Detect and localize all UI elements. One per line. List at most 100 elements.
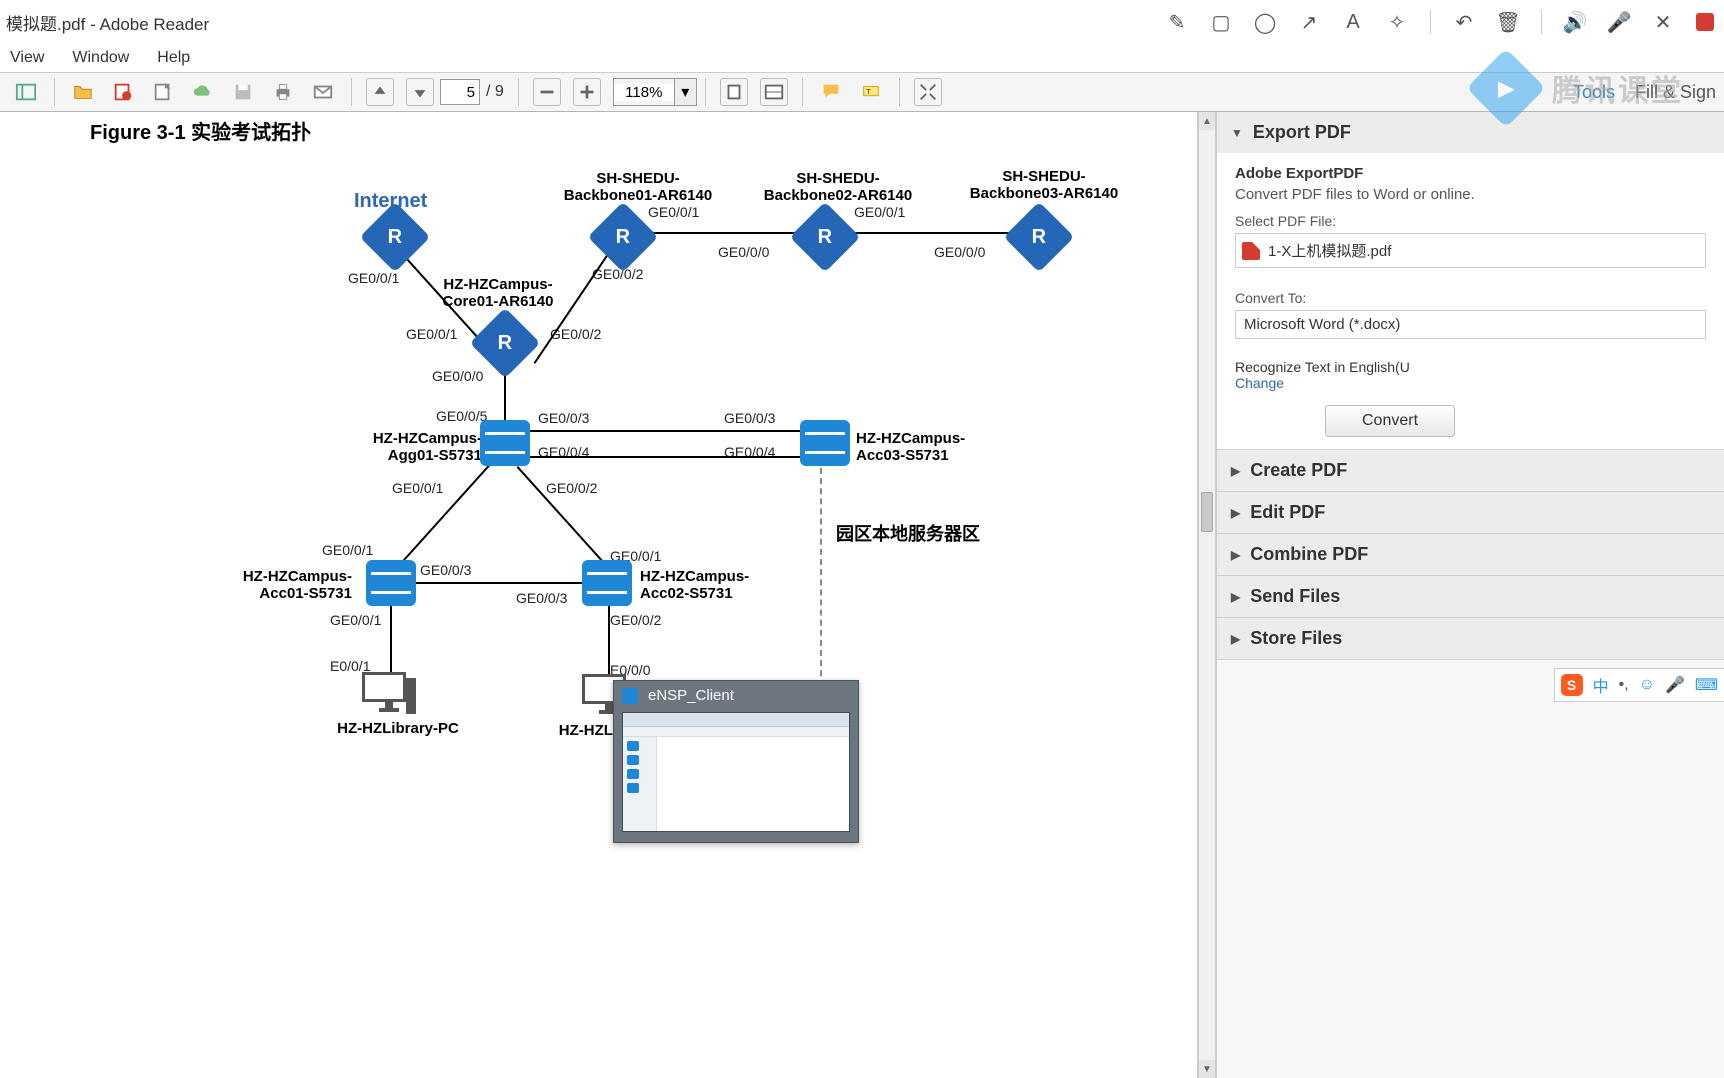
main-toolbar: / 9 ▾ T — [0, 72, 1724, 112]
port: GE0/0/1 — [406, 326, 457, 342]
read-mode-button[interactable] — [914, 78, 942, 106]
menu-view[interactable]: View — [10, 49, 44, 67]
switch-acc3 — [800, 420, 850, 466]
save-button[interactable] — [229, 78, 257, 106]
cloud-button[interactable] — [189, 78, 217, 106]
scroll-up-icon[interactable]: ▲ — [1199, 112, 1215, 130]
create-pdf-header[interactable]: ▶Create PDF — [1217, 450, 1724, 491]
email-button[interactable] — [309, 78, 337, 106]
create-pdf-button[interactable] — [109, 78, 137, 106]
annotation-toolbar: ✎ ▢ ◯ ↗ A ✧ ↶ 🗑 🔊 🎤 ✕ — [1156, 0, 1724, 44]
speaker-icon[interactable]: 🔊 — [1564, 11, 1586, 33]
ime-punct[interactable]: •, — [1619, 676, 1629, 694]
undo-icon[interactable]: ↶ — [1453, 11, 1475, 33]
keyboard-icon[interactable]: ⌨ — [1695, 675, 1718, 695]
convert-to-select[interactable]: Microsoft Word (*.docx) — [1235, 310, 1706, 339]
separator — [899, 78, 900, 106]
separator — [518, 78, 519, 106]
edit-pdf-header[interactable]: ▶Edit PDF — [1217, 492, 1724, 533]
menu-bar: View Window Help — [0, 44, 1724, 72]
zoom-out-button[interactable] — [533, 78, 561, 106]
port: GE0/0/0 — [934, 244, 985, 260]
port: GE0/0/2 — [592, 266, 643, 282]
export-pdf-header[interactable]: ▼Export PDF — [1217, 112, 1724, 153]
recognize-text: Recognize Text in English(U — [1235, 359, 1706, 375]
comment-button[interactable] — [817, 78, 845, 106]
pencil-icon[interactable]: ✎ — [1166, 11, 1188, 33]
convert-to-label: Convert To: — [1235, 290, 1706, 306]
port: GE0/0/3 — [420, 562, 471, 578]
label-region: 园区本地服务器区 — [836, 520, 980, 546]
vertical-scrollbar[interactable]: ▲ ▼ — [1198, 112, 1216, 1078]
zoom-combo[interactable]: ▾ — [613, 78, 697, 106]
separator — [1430, 10, 1431, 34]
chevron-right-icon: ▶ — [1231, 548, 1240, 562]
port: GE0/0/2 — [610, 612, 661, 628]
export-subtitle: Adobe ExportPDF — [1235, 165, 1706, 182]
chevron-right-icon: ▶ — [1231, 632, 1240, 646]
export-pdf-body: Adobe ExportPDF Convert PDF files to Wor… — [1217, 153, 1724, 449]
label-acc3: HZ-HZCampus- Acc03-S5731 — [856, 430, 996, 465]
highlight-button[interactable]: T — [857, 78, 885, 106]
app-icon — [622, 688, 638, 704]
square-icon[interactable]: ▢ — [1210, 11, 1232, 33]
menu-help[interactable]: Help — [157, 49, 190, 67]
chevron-right-icon: ▶ — [1231, 590, 1240, 604]
print-button[interactable] — [269, 78, 297, 106]
fit-width-button[interactable] — [720, 78, 748, 106]
preview-thumbnail[interactable] — [622, 712, 850, 832]
svg-text:T: T — [866, 87, 871, 96]
port: GE0/0/3 — [724, 410, 775, 426]
selected-file-row[interactable]: 1-X上机模拟题.pdf — [1235, 233, 1706, 268]
sogou-icon[interactable]: S — [1561, 674, 1583, 696]
create-pdf-label: Create PDF — [1250, 460, 1347, 481]
port: GE0/0/1 — [322, 542, 373, 558]
emoji-icon[interactable]: ☺ — [1639, 676, 1655, 694]
taskbar-preview[interactable]: eNSP_Client — [613, 680, 859, 843]
link — [528, 456, 800, 458]
ime-lang[interactable]: 中 — [1593, 673, 1609, 697]
zoom-input[interactable] — [614, 84, 674, 101]
mic-muted-icon[interactable]: 🎤 — [1608, 11, 1630, 33]
store-files-header[interactable]: ▶ Store Files — [1217, 618, 1724, 659]
nav-pane-button[interactable] — [12, 78, 40, 106]
port: GE0/0/0 — [718, 244, 769, 260]
menu-window[interactable]: Window — [72, 49, 129, 67]
export-pdf-section: ▼Export PDF Adobe ExportPDF Convert PDF … — [1217, 112, 1724, 450]
combine-pdf-header[interactable]: ▶Combine PDF — [1217, 534, 1724, 575]
zoom-in-button[interactable] — [573, 78, 601, 106]
watermark: 腾讯课堂 — [1478, 60, 1684, 116]
export-button[interactable] — [149, 78, 177, 106]
link — [416, 582, 586, 584]
mic-icon[interactable]: 🎤 — [1665, 675, 1685, 695]
scroll-thumb[interactable] — [1201, 492, 1213, 532]
separator — [351, 78, 352, 106]
page-up-button[interactable] — [366, 78, 394, 106]
open-button[interactable] — [69, 78, 97, 106]
link — [528, 430, 800, 432]
title-text: 模拟题.pdf - Adobe Reader — [6, 10, 209, 35]
scroll-down-icon[interactable]: ▼ — [1199, 1060, 1215, 1078]
fit-page-button[interactable] — [760, 78, 788, 106]
label-acc2: HZ-HZCampus- Acc02-S5731 — [640, 568, 780, 603]
page-number-input[interactable] — [440, 79, 480, 105]
record-icon[interactable] — [1696, 13, 1714, 31]
convert-button[interactable]: Convert — [1325, 405, 1455, 437]
pdf-page[interactable]: Figure 3-1 实验考试拓扑 Internet SH-SHEDU- Bac… — [0, 112, 1198, 1078]
trash-icon[interactable]: 🗑 — [1497, 11, 1519, 33]
arrow-icon[interactable]: ↗ — [1298, 11, 1320, 33]
page-down-button[interactable] — [406, 78, 434, 106]
link — [608, 604, 610, 680]
port: GE0/0/0 — [432, 368, 483, 384]
switch-acc2 — [582, 560, 632, 606]
change-link[interactable]: Change — [1235, 375, 1706, 391]
zoom-dropdown-icon[interactable]: ▾ — [674, 79, 696, 105]
text-icon[interactable]: A — [1342, 11, 1364, 33]
store-files-label: Store Files — [1250, 628, 1342, 649]
send-files-header[interactable]: ▶Send Files — [1217, 576, 1724, 617]
port: GE0/0/1 — [854, 204, 905, 220]
wand-icon[interactable]: ✧ — [1386, 11, 1408, 33]
ime-toolbar[interactable]: S 中 •, ☺ 🎤 ⌨ — [1554, 668, 1724, 702]
circle-icon[interactable]: ◯ — [1254, 11, 1276, 33]
close-icon[interactable]: ✕ — [1652, 11, 1674, 33]
